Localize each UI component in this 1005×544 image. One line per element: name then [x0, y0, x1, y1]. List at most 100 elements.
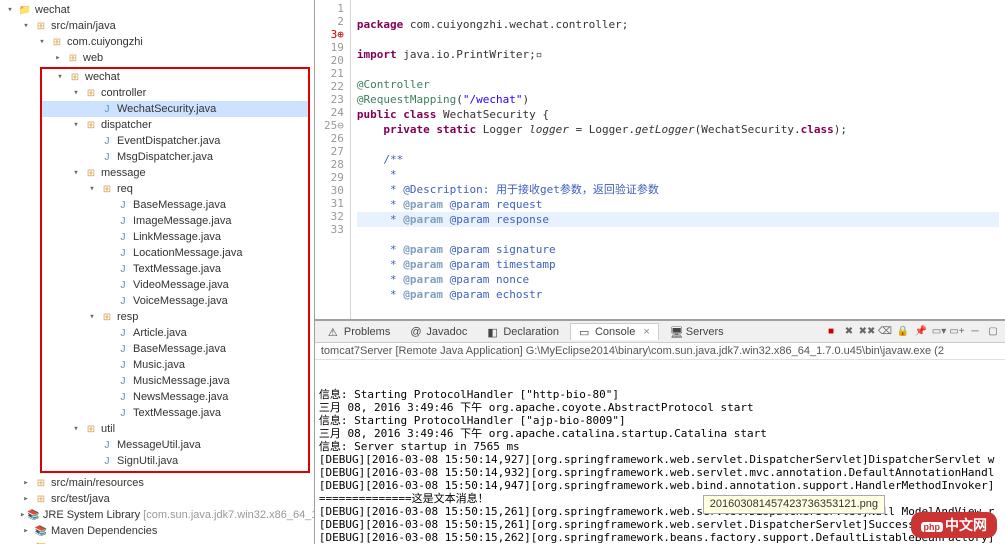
pin-console-button[interactable]: 📌	[913, 324, 929, 340]
collapse-marker-icon[interactable]: 3⊕	[317, 28, 344, 41]
console-title: tomcat7Server [Remote Java Application] …	[315, 343, 1005, 360]
src-main-resources[interactable]: ▸⊞src/main/resources	[0, 475, 314, 491]
pkg-util[interactable]: ▾⊞util	[42, 421, 308, 437]
java-file-icon: J	[100, 134, 114, 148]
scroll-lock-button[interactable]: 🔒	[895, 324, 911, 340]
console-output[interactable]: 信息: Starting ProtocolHandler ["http-bio-…	[315, 360, 1005, 544]
open-console-button[interactable]: ▭+	[949, 324, 965, 340]
package-icon: ⊞	[84, 86, 98, 100]
pkg-controller[interactable]: ▾ ⊞ controller	[42, 85, 308, 101]
pkg-dispatcher[interactable]: ▾ ⊞ dispatcher	[42, 117, 308, 133]
pkg-web[interactable]: ▸ ⊞ web	[0, 50, 314, 66]
file-voice-message[interactable]: JVoiceMessage.java	[42, 293, 308, 309]
chevron-right-icon[interactable]: ▸	[20, 525, 32, 537]
maven-deps[interactable]: ▸📚Maven Dependencies	[0, 523, 314, 539]
source-folder-icon: ⊞	[34, 492, 48, 506]
file-text-message-req[interactable]: JTextMessage.java	[42, 261, 308, 277]
java-file-icon: J	[116, 326, 130, 340]
chevron-down-icon[interactable]: ▾	[70, 423, 82, 435]
tab-declaration[interactable]: ◧Declaration	[478, 323, 568, 340]
bottom-tabs: ⚠Problems @Javadoc ◧Declaration ▭Console…	[315, 321, 1005, 343]
chevron-down-icon[interactable]: ▾	[20, 20, 32, 32]
chevron-right-icon[interactable]: ▸	[20, 509, 25, 521]
close-icon[interactable]: ×	[643, 326, 649, 338]
pkg-req[interactable]: ▾⊞req	[42, 181, 308, 197]
java-file-icon: J	[116, 278, 130, 292]
file-article[interactable]: JArticle.java	[42, 325, 308, 341]
library-icon: 📚	[34, 524, 48, 538]
tab-problems[interactable]: ⚠Problems	[319, 323, 399, 340]
terminate-button[interactable]: ■	[823, 324, 839, 340]
jre-library[interactable]: ▸📚JRE System Library [com.sun.java.jdk7.…	[0, 507, 314, 523]
chevron-down-icon[interactable]: ▾	[4, 4, 16, 16]
file-image-message[interactable]: JImageMessage.java	[42, 213, 308, 229]
chevron-right-icon[interactable]: ▸	[52, 52, 64, 64]
java-file-icon: J	[116, 342, 130, 356]
declaration-icon: ◧	[487, 326, 499, 338]
java-file-icon: J	[100, 454, 114, 468]
file-base-message-req[interactable]: JBaseMessage.java	[42, 197, 308, 213]
chevron-right-icon[interactable]: ▸	[20, 477, 32, 489]
package-icon: ⊞	[100, 182, 114, 196]
project-node[interactable]: ▾ 📁 wechat	[0, 2, 314, 18]
watermark-badge: php中文网	[911, 512, 998, 538]
file-music[interactable]: JMusic.java	[42, 357, 308, 373]
package-icon: ⊞	[66, 51, 80, 65]
file-sign-util[interactable]: JSignUtil.java	[42, 453, 308, 469]
src-folder[interactable]: ▸📁src	[0, 539, 314, 544]
code-body[interactable]: package package com.cuiyongzhi.wechat.co…	[351, 0, 1005, 319]
problems-icon: ⚠	[328, 326, 340, 338]
chevron-down-icon[interactable]: ▾	[70, 87, 82, 99]
pkg-message[interactable]: ▾⊞message	[42, 165, 308, 181]
file-music-message[interactable]: JMusicMessage.java	[42, 373, 308, 389]
servers-icon: 🖥	[670, 326, 682, 338]
tab-console[interactable]: ▭Console×	[570, 323, 659, 340]
java-file-icon: J	[116, 406, 130, 420]
line-gutter: 12 3⊕ 1920 2122 2324 25⊖ 2627 2829 3031 …	[315, 0, 351, 319]
file-video-message[interactable]: JVideoMessage.java	[42, 277, 308, 293]
package-explorer[interactable]: ▾ 📁 wechat ▾ ⊞ src/main/java ▾ ⊞ com.cui…	[0, 0, 315, 544]
java-file-icon: J	[116, 294, 130, 308]
java-file-icon: J	[100, 102, 114, 116]
file-location-message[interactable]: JLocationMessage.java	[42, 245, 308, 261]
clear-console-button[interactable]: ⌫	[877, 324, 893, 340]
chevron-down-icon[interactable]: ▾	[70, 167, 82, 179]
package-icon: ⊞	[84, 422, 98, 436]
java-file-icon: J	[100, 438, 114, 452]
chevron-down-icon[interactable]: ▾	[36, 36, 48, 48]
pkg-resp[interactable]: ▾⊞resp	[42, 309, 308, 325]
chevron-down-icon[interactable]: ▾	[70, 119, 82, 131]
javadoc-icon: @	[410, 326, 422, 338]
tab-servers[interactable]: 🖥Servers	[661, 323, 733, 340]
remove-launch-button[interactable]: ✖	[841, 324, 857, 340]
collapse-marker-icon[interactable]: 25⊖	[317, 119, 344, 132]
file-base-message-resp[interactable]: JBaseMessage.java	[42, 341, 308, 357]
src-main-java[interactable]: ▾ ⊞ src/main/java	[0, 18, 314, 34]
file-event-dispatcher[interactable]: JEventDispatcher.java	[42, 133, 308, 149]
chevron-down-icon[interactable]: ▾	[54, 71, 66, 83]
display-console-button[interactable]: ▭▾	[931, 324, 947, 340]
chevron-right-icon[interactable]: ▸	[20, 493, 32, 505]
java-file-icon: J	[116, 390, 130, 404]
minimize-icon[interactable]: ─	[967, 324, 983, 340]
pkg-com[interactable]: ▾ ⊞ com.cuiyongzhi	[0, 34, 314, 50]
project-icon: 📁	[18, 3, 32, 17]
file-link-message[interactable]: JLinkMessage.java	[42, 229, 308, 245]
tab-javadoc[interactable]: @Javadoc	[401, 323, 476, 340]
chevron-down-icon[interactable]: ▾	[86, 311, 98, 323]
java-file-icon: J	[116, 214, 130, 228]
file-message-util[interactable]: JMessageUtil.java	[42, 437, 308, 453]
file-news-message[interactable]: JNewsMessage.java	[42, 389, 308, 405]
package-icon: ⊞	[50, 35, 64, 49]
chevron-down-icon[interactable]: ▾	[86, 183, 98, 195]
src-test-java[interactable]: ▸⊞src/test/java	[0, 491, 314, 507]
file-text-message-resp[interactable]: JTextMessage.java	[42, 405, 308, 421]
java-file-icon: J	[116, 262, 130, 276]
code-editor[interactable]: 12 3⊕ 1920 2122 2324 25⊖ 2627 2829 3031 …	[315, 0, 1005, 320]
maximize-icon[interactable]: ▢	[985, 324, 1001, 340]
remove-all-button[interactable]: ✖✖	[859, 324, 875, 340]
file-wechat-security[interactable]: J WechatSecurity.java	[42, 101, 308, 117]
package-icon: ⊞	[68, 70, 82, 84]
file-msg-dispatcher[interactable]: JMsgDispatcher.java	[42, 149, 308, 165]
pkg-wechat[interactable]: ▾ ⊞ wechat	[42, 69, 308, 85]
